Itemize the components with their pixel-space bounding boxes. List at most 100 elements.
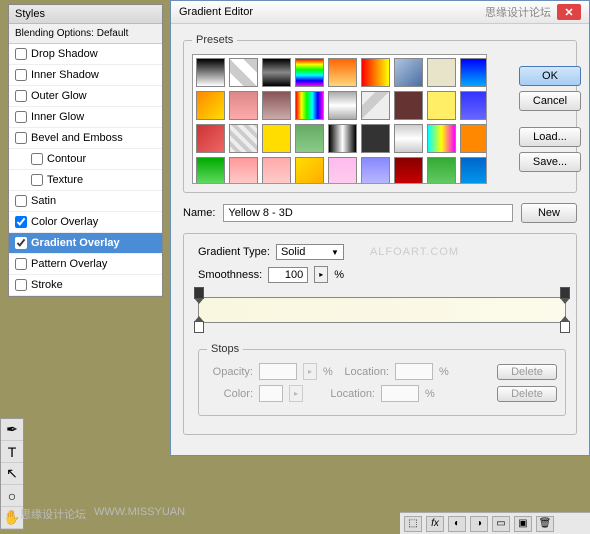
style-item-inner-glow[interactable]: Inner Glow (9, 107, 162, 128)
preset-swatch[interactable] (229, 91, 258, 120)
new-button[interactable]: New (521, 203, 577, 223)
preset-swatch[interactable] (328, 124, 357, 153)
opacity-stop-right[interactable] (560, 287, 570, 299)
preset-swatch[interactable] (394, 91, 423, 120)
presets-grid[interactable] (192, 54, 487, 184)
style-checkbox[interactable] (15, 90, 27, 102)
name-input[interactable] (223, 204, 513, 222)
preset-swatch[interactable] (394, 157, 423, 184)
preset-swatch[interactable] (262, 58, 291, 87)
preset-swatch[interactable] (196, 124, 225, 153)
styles-list: Drop Shadow Inner Shadow Outer Glow Inner G… (9, 44, 162, 296)
close-icon[interactable]: ✕ (557, 4, 581, 20)
preset-swatch[interactable] (460, 58, 487, 87)
color-stop-right[interactable] (560, 321, 570, 333)
preset-swatch[interactable] (196, 91, 225, 120)
preset-swatch[interactable] (196, 58, 225, 87)
ok-button[interactable]: OK (519, 66, 581, 86)
adjust-icon[interactable]: ◑ (470, 516, 488, 532)
style-checkbox[interactable] (15, 258, 27, 270)
style-item-satin[interactable]: Satin (9, 191, 162, 212)
color-label: Color: (207, 388, 253, 400)
gradient-editor-titlebar[interactable]: Gradient Editor 思缘设计论坛 ✕ (171, 1, 589, 24)
style-item-contour[interactable]: Contour (9, 149, 162, 170)
style-item-pattern-overlay[interactable]: Pattern Overlay (9, 254, 162, 275)
preset-swatch[interactable] (328, 58, 357, 87)
style-checkbox[interactable] (15, 48, 27, 60)
folder-icon[interactable]: ▭ (492, 516, 510, 532)
preset-swatch[interactable] (295, 91, 324, 120)
preset-swatch[interactable] (427, 124, 456, 153)
preset-swatch[interactable] (427, 157, 456, 184)
style-item-bevel-and-emboss[interactable]: Bevel and Emboss (9, 128, 162, 149)
preset-swatch[interactable] (229, 157, 258, 184)
style-checkbox[interactable] (15, 69, 27, 81)
preset-swatch[interactable] (328, 91, 357, 120)
mask-icon[interactable]: ◐ (448, 516, 466, 532)
style-label: Gradient Overlay (31, 237, 120, 249)
preset-swatch[interactable] (262, 124, 291, 153)
color-swatch (259, 385, 283, 402)
type-tool-icon[interactable]: T (1, 441, 23, 463)
preset-swatch[interactable] (328, 157, 357, 184)
preset-swatch[interactable] (361, 91, 390, 120)
preset-swatch[interactable] (460, 91, 487, 120)
preset-swatch[interactable] (460, 157, 487, 184)
gradient-bar-area[interactable] (198, 297, 566, 323)
preset-swatch[interactable] (295, 157, 324, 184)
gradient-bar[interactable] (198, 297, 566, 323)
cancel-button[interactable]: Cancel (519, 91, 581, 111)
preset-swatch[interactable] (262, 157, 291, 184)
style-item-outer-glow[interactable]: Outer Glow (9, 86, 162, 107)
style-checkbox[interactable] (15, 216, 27, 228)
preset-swatch[interactable] (394, 124, 423, 153)
load-button[interactable]: Load... (519, 127, 581, 147)
chevron-down-icon: ▼ (331, 248, 339, 257)
style-item-drop-shadow[interactable]: Drop Shadow (9, 44, 162, 65)
preset-swatch[interactable] (394, 58, 423, 87)
preset-swatch[interactable] (262, 91, 291, 120)
style-checkbox[interactable] (15, 237, 27, 249)
style-label: Outer Glow (31, 90, 87, 102)
preset-swatch[interactable] (229, 124, 258, 153)
delete-color-stop-button: Delete (497, 386, 557, 402)
preset-swatch[interactable] (295, 124, 324, 153)
style-checkbox[interactable] (15, 111, 27, 123)
style-checkbox[interactable] (31, 174, 43, 186)
save-button[interactable]: Save... (519, 152, 581, 172)
style-item-stroke[interactable]: Stroke (9, 275, 162, 296)
style-checkbox[interactable] (15, 279, 27, 291)
style-item-gradient-overlay[interactable]: Gradient Overlay (9, 233, 162, 254)
style-item-color-overlay[interactable]: Color Overlay (9, 212, 162, 233)
preset-swatch[interactable] (361, 58, 390, 87)
style-label: Drop Shadow (31, 48, 98, 60)
style-checkbox[interactable] (31, 153, 43, 165)
preset-swatch[interactable] (361, 157, 390, 184)
opacity-stop-left[interactable] (194, 287, 204, 299)
preset-swatch[interactable] (460, 124, 487, 153)
preset-swatch[interactable] (295, 58, 324, 87)
new-layer-icon[interactable]: ▣ (514, 516, 532, 532)
pen-tool-icon[interactable]: ✒ (1, 419, 23, 441)
color-stop-left[interactable] (194, 321, 204, 333)
shape-tool-icon[interactable]: ○ (1, 485, 23, 507)
gradient-type-select[interactable]: Solid ▼ (276, 244, 344, 260)
preset-swatch[interactable] (196, 157, 225, 184)
blending-options-header[interactable]: Blending Options: Default (9, 24, 162, 44)
style-label: Inner Glow (31, 111, 84, 123)
style-checkbox[interactable] (15, 195, 27, 207)
style-checkbox[interactable] (15, 132, 27, 144)
smoothness-stepper[interactable]: ▸ (314, 266, 328, 283)
fx-icon[interactable]: fx (426, 516, 444, 532)
preset-swatch[interactable] (427, 91, 456, 120)
window-title: Gradient Editor (179, 6, 253, 18)
preset-swatch[interactable] (427, 58, 456, 87)
smoothness-input[interactable]: 100 (268, 267, 308, 283)
path-tool-icon[interactable]: ↖ (1, 463, 23, 485)
link-icon[interactable]: ⬚ (404, 516, 422, 532)
style-item-texture[interactable]: Texture (9, 170, 162, 191)
style-item-inner-shadow[interactable]: Inner Shadow (9, 65, 162, 86)
preset-swatch[interactable] (229, 58, 258, 87)
trash-icon[interactable]: 🗑 (536, 516, 554, 532)
preset-swatch[interactable] (361, 124, 390, 153)
